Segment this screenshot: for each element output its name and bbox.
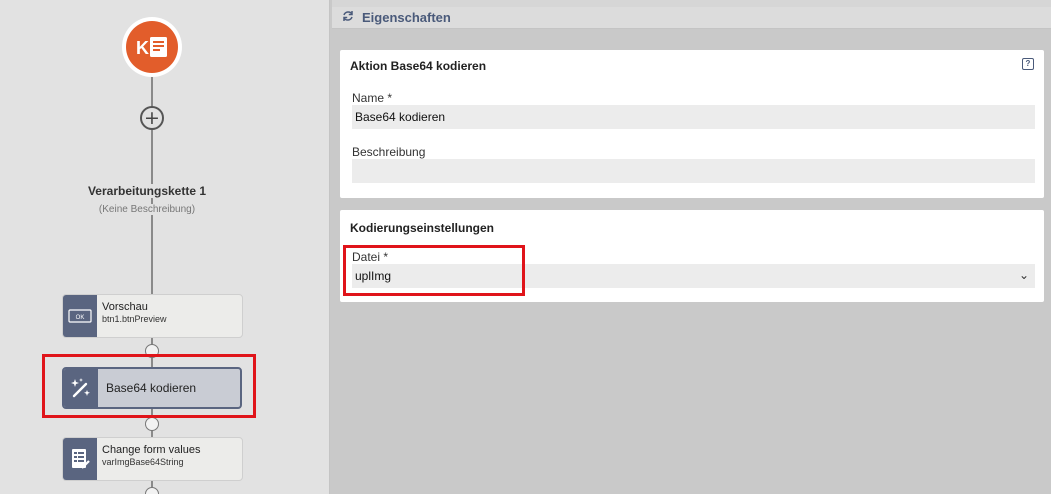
file-label: Datei * (352, 250, 389, 264)
connector-dot[interactable] (145, 487, 159, 494)
connector-dot[interactable] (145, 344, 159, 358)
form-edit-icon (63, 438, 97, 480)
encoding-settings-card: Kodierungseinstellungen Datei * uplImg ⌄ (340, 210, 1044, 302)
action-title: Base64 kodieren (106, 380, 197, 395)
action-card-title: Aktion Base64 kodieren (350, 59, 487, 73)
encoding-card-title: Kodierungseinstellungen (350, 221, 495, 235)
description-input[interactable] (352, 159, 1035, 183)
magic-wand-icon (64, 369, 98, 407)
svg-text:K: K (136, 38, 149, 58)
form-app-icon: K (126, 21, 178, 73)
help-icon[interactable]: ? (1022, 58, 1034, 70)
action-card-preview[interactable]: OK Vorschau btn1.btnPreview (62, 294, 243, 338)
file-select[interactable]: uplImg ⌄ (352, 264, 1035, 288)
action-properties-card: Aktion Base64 kodieren ? Name * Base64 k… (340, 50, 1044, 198)
start-node[interactable]: K (122, 17, 182, 77)
top-strip (332, 0, 1051, 7)
description-label: Beschreibung (352, 145, 426, 159)
connector-dot[interactable] (145, 417, 159, 431)
action-subtitle: btn1.btnPreview (102, 314, 167, 324)
action-title: Change form values (102, 444, 201, 456)
action-card-change-form[interactable]: Change form values varImgBase64String (62, 437, 243, 481)
chain-title: Verarbeitungskette 1 (72, 184, 222, 198)
chevron-down-icon: ⌄ (1018, 268, 1029, 282)
action-card-base64[interactable]: Base64 kodieren (62, 367, 242, 409)
chain-description: (Keine Beschreibung) (72, 204, 222, 215)
action-subtitle: varImgBase64String (102, 457, 184, 467)
properties-header: Eigenschaften (332, 7, 1051, 29)
svg-text:OK: OK (76, 315, 85, 321)
refresh-icon[interactable] (342, 9, 354, 27)
name-input[interactable]: Base64 kodieren (352, 105, 1035, 129)
properties-title: Eigenschaften (362, 10, 451, 25)
action-title: Vorschau (102, 301, 148, 313)
name-label: Name * (352, 91, 393, 105)
ok-button-icon: OK (63, 295, 97, 337)
flow-panel: K + Verarbeitungskette 1 (Keine Beschrei… (0, 0, 330, 494)
add-step-button[interactable]: + (140, 106, 164, 130)
